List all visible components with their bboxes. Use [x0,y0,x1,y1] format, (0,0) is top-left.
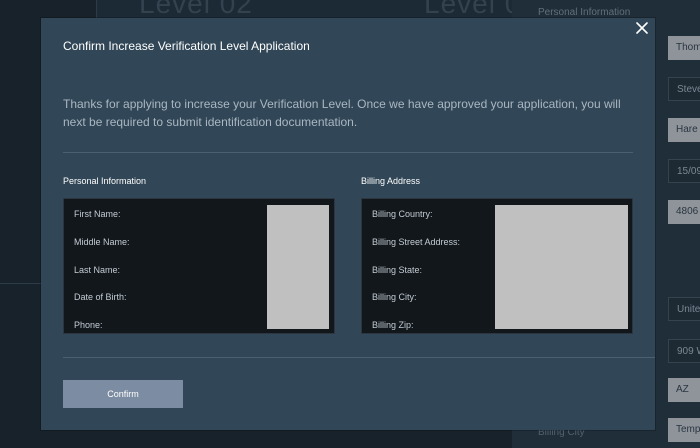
background-divider [0,283,42,284]
date-of-birth-label: Date of Birth: [74,292,127,302]
billing-state-label: Billing State: [372,265,423,275]
background-personal-info-title: Personal Information [538,7,631,18]
billing-street-address-label: Billing Street Address: [372,237,461,247]
background-last-name-input: Hare [668,118,700,142]
phone-label: Phone: [74,320,103,330]
billing-address-box: Billing Country: Billing Street Address:… [361,198,633,334]
page: Level 02 Level 03 Personal Information B… [0,0,700,448]
close-icon [636,22,648,34]
last-name-label: Last Name: [74,265,121,275]
background-address-input: 909 W [668,339,700,363]
background-middle-name-input: Steve [668,77,700,101]
message-divider [63,152,633,153]
personal-info-title: Personal Information [63,176,147,186]
personal-info-placeholder [267,205,329,329]
close-button[interactable] [634,20,650,36]
billing-city-label: Billing City: [372,292,417,302]
middle-name-label: Middle Name: [74,237,130,247]
background-city-input: Temp [668,418,700,442]
background-phone-input: 4806 [668,200,700,224]
background-state-input: AZ [668,378,700,402]
modal-title: Confirm Increase Verification Level Appl… [63,39,310,53]
background-country-input: Unite [668,297,700,321]
background-dob-input: 15/09 [668,159,700,183]
billing-address-placeholder [495,205,628,329]
billing-country-label: Billing Country: [372,209,433,219]
background-level-02: Level 02 [139,0,253,19]
first-name-label: First Name: [74,209,121,219]
confirm-button[interactable]: Confirm [63,380,183,408]
button-divider [63,357,655,358]
confirm-verification-modal: Confirm Increase Verification Level Appl… [41,18,655,430]
personal-info-box: First Name: Middle Name: Last Name: Date… [63,198,335,334]
background-first-name-input: Thom [668,36,700,60]
billing-address-title: Billing Address [361,176,421,186]
billing-zip-label: Billing Zip: [372,320,414,330]
modal-message: Thanks for applying to increase your Ver… [63,97,621,129]
